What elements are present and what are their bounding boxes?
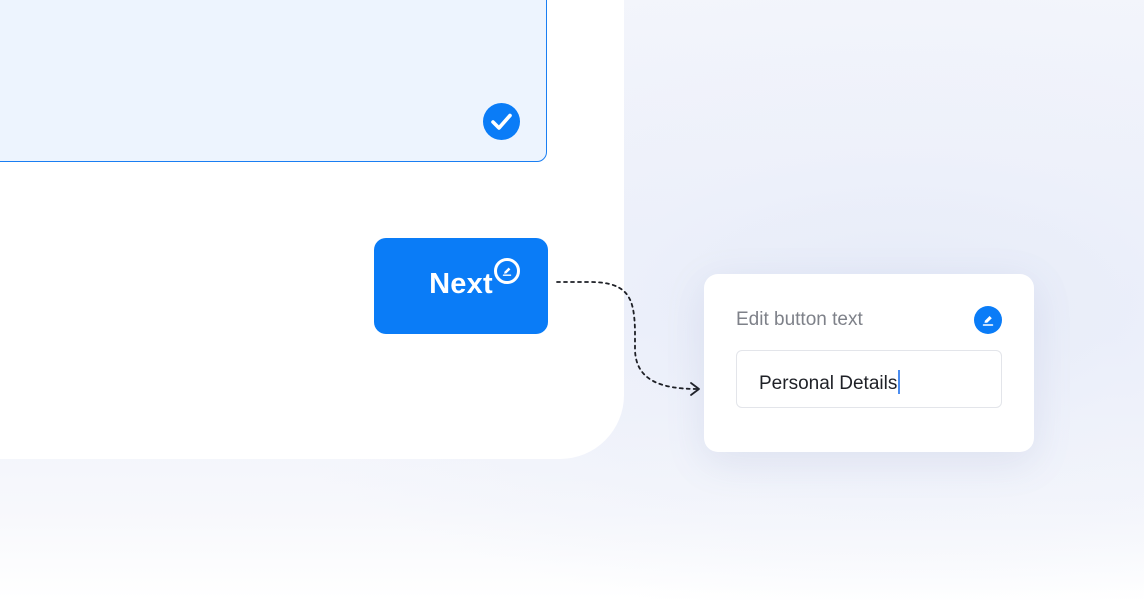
pencil-circle-icon[interactable]: [974, 306, 1002, 334]
button-text-value: Personal Details: [759, 370, 900, 395]
next-button-label: Next: [429, 268, 493, 300]
check-circle-icon: [483, 103, 520, 140]
selected-option-card[interactable]: [0, 0, 547, 162]
text-caret: [898, 370, 900, 394]
edit-button-text-panel: Edit button text Personal Details: [704, 274, 1034, 452]
panel-title: Edit button text: [736, 309, 863, 330]
next-button[interactable]: Next: [374, 238, 548, 334]
button-text-input[interactable]: Personal Details: [736, 350, 1002, 408]
pencil-badge-icon[interactable]: [493, 257, 521, 285]
